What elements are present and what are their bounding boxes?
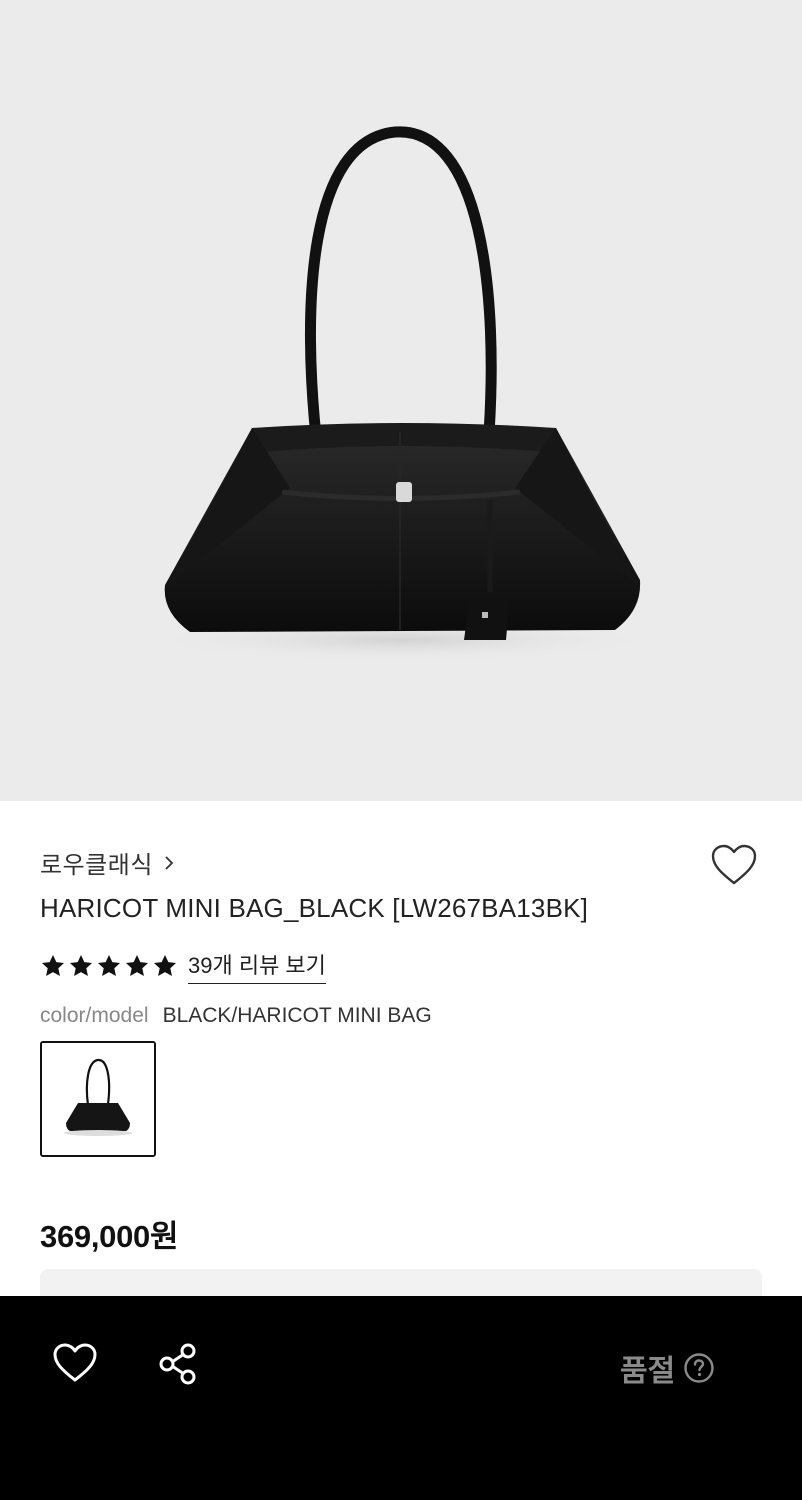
brand-link[interactable]: 로우클래식	[40, 845, 175, 880]
star-filled-icon	[153, 954, 177, 976]
option-value: BLACK/HARICOT MINI BAG	[162, 1004, 432, 1027]
product-price: 369,000원	[40, 1219, 179, 1254]
star-filled-icon	[125, 954, 149, 976]
product-name: HARICOT MINI BAG_BLACK [LW267BA13BK]	[40, 893, 589, 923]
star-filled-icon	[69, 954, 93, 976]
review-link[interactable]: 39개 리뷰 보기	[188, 948, 326, 984]
bag-illustration	[142, 126, 662, 662]
bottom-action-bar: 품절	[0, 1296, 802, 1500]
product-hero-image	[0, 0, 802, 801]
heart-outline-icon[interactable]	[52, 1342, 98, 1384]
brand-name[interactable]: 로우클래식	[40, 845, 153, 880]
swatch-bag-thumbnail	[42, 1043, 154, 1155]
soldout-button[interactable]: 품절	[620, 1346, 715, 1390]
soldout-label: 품절	[620, 1355, 676, 1388]
rating-row: 39개 리뷰 보기	[40, 948, 326, 984]
star-rating	[40, 953, 178, 979]
star-filled-icon	[97, 954, 121, 976]
question-circle-icon[interactable]	[683, 1352, 715, 1384]
chevron-right-icon	[165, 855, 174, 870]
share-icon[interactable]	[157, 1342, 199, 1386]
option-label: color/model	[40, 1004, 149, 1027]
color-swatch-selected[interactable]	[40, 1041, 156, 1157]
option-row: color/model BLACK/HARICOT MINI BAG	[40, 1004, 432, 1028]
star-filled-icon	[41, 954, 65, 976]
heart-outline-icon[interactable]	[710, 843, 758, 887]
